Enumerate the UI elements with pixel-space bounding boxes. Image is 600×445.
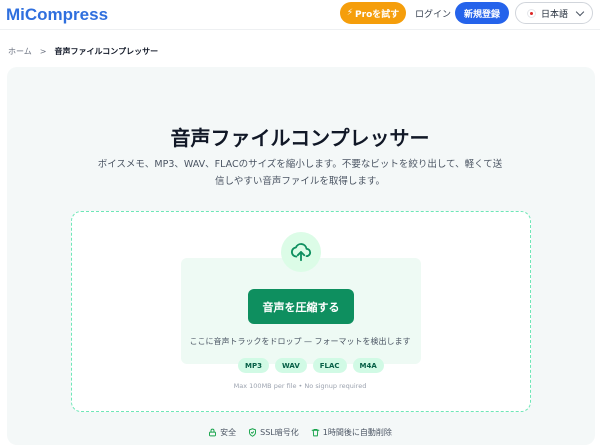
- format-chip-flac: FLAC: [312, 358, 347, 373]
- try-pro-button[interactable]: ⚡ Proを試す: [340, 2, 406, 24]
- try-pro-label: Proを試す: [355, 9, 400, 20]
- chevron-down-icon: [575, 7, 585, 17]
- language-label: 日本語: [541, 9, 569, 20]
- trust-item-secure: 安全: [208, 427, 236, 438]
- drop-hint-text: ここに音声トラックをドロップ — フォーマットを検出します: [189, 337, 411, 346]
- brand-logo[interactable]: MiCompress: [6, 5, 108, 25]
- login-link[interactable]: ログイン: [415, 7, 451, 20]
- breadcrumb-home-link[interactable]: ホーム: [8, 46, 32, 57]
- japan-flag-icon: [527, 8, 536, 18]
- compress-audio-button[interactable]: 音声を圧縮する: [248, 289, 354, 324]
- trust-item-autodelete: 1時間後に自動削除: [311, 427, 392, 438]
- lightning-bolt-icon: ⚡: [346, 8, 354, 18]
- trust-label-autodelete: 1時間後に自動削除: [322, 428, 392, 437]
- top-navbar: MiCompress ⚡ Proを試す ログイン 新規登録 日本語: [0, 0, 600, 30]
- shield-check-icon: [249, 428, 257, 437]
- cloud-upload-icon: [281, 232, 321, 272]
- trust-label-ssl: SSL暗号化: [260, 428, 299, 437]
- file-limit-note: Max 100MB per file • No signup required: [233, 382, 367, 390]
- signup-button[interactable]: 新規登録: [455, 2, 509, 24]
- breadcrumb: ホーム > 音声ファイルコンプレッサー: [8, 46, 158, 57]
- page-subtitle: ボイスメモ、MP3、WAV、FLACのサイズを縮小します。不要なビットを絞り出し…: [97, 159, 503, 187]
- trust-label-secure: 安全: [220, 428, 237, 437]
- format-chip-mp3: MP3: [238, 358, 269, 373]
- format-chips: MP3 WAV FLAC M4A: [238, 358, 384, 373]
- breadcrumb-current: 音声ファイルコンプレッサー: [54, 47, 159, 56]
- language-select[interactable]: 日本語: [515, 2, 593, 24]
- format-chip-m4a: M4A: [352, 358, 384, 373]
- breadcrumb-separator: >: [39, 47, 47, 56]
- format-chip-wav: WAV: [274, 358, 307, 373]
- trash-icon: [311, 429, 320, 437]
- trust-item-ssl: SSL暗号化: [248, 427, 299, 438]
- lock-icon: [209, 428, 217, 437]
- trust-badges: 安全 SSL暗号化 1時間後に自動削除: [0, 427, 600, 438]
- page-title: 音声ファイルコンプレッサー: [170, 126, 430, 150]
